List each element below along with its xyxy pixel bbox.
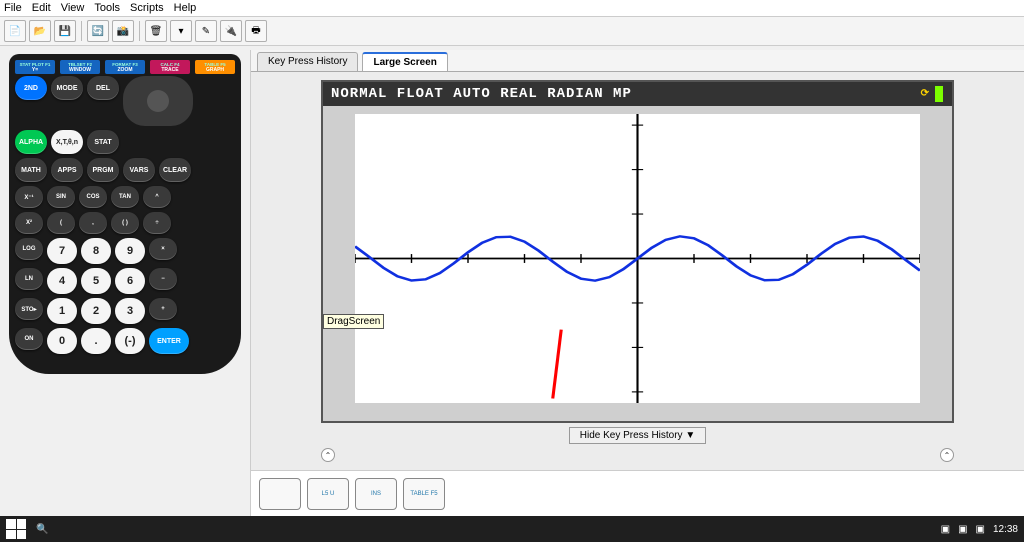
- calculator-panel: STAT PLOT F1Y= TBLSET F2WINDOW FORMAT F3…: [0, 50, 250, 516]
- tray-app-icon[interactable]: ▣: [941, 524, 950, 535]
- fkey-y-equals[interactable]: STAT PLOT F1Y=: [15, 60, 55, 74]
- battery-icon: [934, 85, 944, 103]
- history-key-down[interactable]: ▼: [259, 478, 301, 510]
- tool-print-icon[interactable]: 🖶: [245, 20, 267, 42]
- search-icon[interactable]: 🔍: [36, 524, 48, 535]
- key-sin[interactable]: SIN: [47, 186, 75, 208]
- fkey-zoom[interactable]: FORMAT F3ZOOM: [105, 60, 145, 74]
- key-dot[interactable]: .: [81, 328, 111, 354]
- key-9[interactable]: 9: [115, 238, 145, 264]
- key-alpha[interactable]: ALPHA: [15, 130, 47, 154]
- menu-tools[interactable]: Tools: [94, 2, 120, 14]
- key-sub[interactable]: −: [149, 268, 177, 290]
- tray-app-icon[interactable]: ▣: [976, 524, 985, 535]
- history-key-graph[interactable]: TABLE F5GRAPH: [403, 478, 445, 510]
- tabbar: Key Press History Large Screen: [251, 50, 1024, 72]
- key-paren2[interactable]: ( ): [111, 212, 139, 234]
- fkey-window[interactable]: TBLSET F2WINDOW: [60, 60, 100, 74]
- tool-new-icon[interactable]: 📄: [4, 20, 26, 42]
- lcd-status-bar: NORMAL FLOAT AUTO REAL RADIAN MP ⟳: [323, 82, 952, 106]
- key-mode[interactable]: MODE: [51, 76, 83, 100]
- key-4[interactable]: 4: [47, 268, 77, 294]
- hide-key-press-history-button[interactable]: Hide Key Press History ▼: [569, 427, 706, 444]
- key-add[interactable]: +: [149, 298, 177, 320]
- key-xt[interactable]: X,T,θ,n: [51, 130, 83, 154]
- tool-open-icon[interactable]: 📂: [29, 20, 51, 42]
- tab-large-screen[interactable]: Large Screen: [362, 52, 447, 71]
- key-press-history-strip: ▼ L5 U5 INSDEL TABLE F5GRAPH: [251, 470, 1024, 516]
- calculator-lcd[interactable]: NORMAL FLOAT AUTO REAL RADIAN MP ⟳ DragS…: [321, 80, 954, 423]
- key-div[interactable]: ÷: [143, 212, 171, 234]
- tool-capture-icon[interactable]: 📸: [112, 20, 134, 42]
- key-1[interactable]: 1: [47, 298, 77, 324]
- key-prgm[interactable]: PRGM: [87, 158, 119, 182]
- key-3[interactable]: 3: [115, 298, 145, 324]
- key-paren[interactable]: (: [47, 212, 75, 234]
- key-8[interactable]: 8: [81, 238, 111, 264]
- key-5[interactable]: 5: [81, 268, 111, 294]
- lcd-status-text: NORMAL FLOAT AUTO REAL RADIAN MP: [331, 86, 632, 102]
- sync-icon: ⟳: [921, 88, 930, 100]
- tool-trash-icon[interactable]: 🗑: [145, 20, 167, 42]
- tray-app-icon[interactable]: ▣: [958, 524, 967, 535]
- key-math[interactable]: MATH: [15, 158, 47, 182]
- key-del[interactable]: DEL: [87, 76, 119, 100]
- key-clear[interactable]: CLEAR: [159, 158, 191, 182]
- key-0[interactable]: 0: [47, 328, 77, 354]
- taskbar-clock[interactable]: 12:38: [993, 524, 1018, 535]
- key-x2[interactable]: X²: [15, 212, 43, 234]
- history-key-del[interactable]: INSDEL: [355, 478, 397, 510]
- fkey-trace[interactable]: CALC F4TRACE: [150, 60, 190, 74]
- key-2nd[interactable]: 2ND: [15, 76, 47, 100]
- tool-dropdown-icon[interactable]: ▾: [170, 20, 192, 42]
- tool-edit-icon[interactable]: ✎: [195, 20, 217, 42]
- key-pow[interactable]: ^: [143, 186, 171, 208]
- history-key-5[interactable]: L5 U5: [307, 478, 349, 510]
- history-scroll-right-icon[interactable]: ⌃: [940, 448, 954, 462]
- key-comma[interactable]: ,: [79, 212, 107, 234]
- menubar: File Edit View Tools Scripts Help: [0, 0, 1024, 17]
- key-ln[interactable]: LN: [15, 268, 43, 290]
- menu-edit[interactable]: Edit: [32, 2, 51, 14]
- key-log[interactable]: LOG: [15, 238, 43, 260]
- menu-file[interactable]: File: [4, 2, 22, 14]
- menu-scripts[interactable]: Scripts: [130, 2, 164, 14]
- key-7[interactable]: 7: [47, 238, 77, 264]
- key-enter[interactable]: ENTER: [149, 328, 189, 354]
- graph-canvas[interactable]: DragScreen: [355, 114, 920, 403]
- tab-key-press-history[interactable]: Key Press History: [257, 52, 358, 71]
- calculator-body: STAT PLOT F1Y= TBLSET F2WINDOW FORMAT F3…: [9, 54, 241, 374]
- tool-refresh-icon[interactable]: 🔄: [87, 20, 109, 42]
- menu-view[interactable]: View: [61, 2, 85, 14]
- windows-taskbar[interactable]: 🔍 ▣ ▣ ▣ 12:38: [0, 516, 1024, 542]
- key-6[interactable]: 6: [115, 268, 145, 294]
- key-xinv[interactable]: X⁻¹: [15, 186, 43, 208]
- key-apps[interactable]: APPS: [51, 158, 83, 182]
- key-stat[interactable]: STAT: [87, 130, 119, 154]
- dpad[interactable]: [123, 76, 193, 126]
- key-vars[interactable]: VARS: [123, 158, 155, 182]
- history-scroll-left-icon[interactable]: ⌃: [321, 448, 335, 462]
- key-mul[interactable]: ×: [149, 238, 177, 260]
- key-tan[interactable]: TAN: [111, 186, 139, 208]
- menu-help[interactable]: Help: [174, 2, 197, 14]
- key-cos[interactable]: COS: [79, 186, 107, 208]
- key-2[interactable]: 2: [81, 298, 111, 324]
- drag-screen-tooltip: DragScreen: [323, 314, 384, 329]
- key-on[interactable]: ON: [15, 328, 43, 350]
- start-button-icon[interactable]: [6, 519, 26, 539]
- tool-save-icon[interactable]: 💾: [54, 20, 76, 42]
- right-panel: Key Press History Large Screen NORMAL FL…: [250, 50, 1024, 516]
- key-neg[interactable]: (-): [115, 328, 145, 354]
- fkey-graph[interactable]: TABLE F5GRAPH: [195, 60, 235, 74]
- tool-connect-icon[interactable]: 🔌: [220, 20, 242, 42]
- toolbar: 📄 📂 💾 🔄 📸 🗑 ▾ ✎ 🔌 🖶: [0, 17, 1024, 46]
- key-sto[interactable]: STO▸: [15, 298, 43, 320]
